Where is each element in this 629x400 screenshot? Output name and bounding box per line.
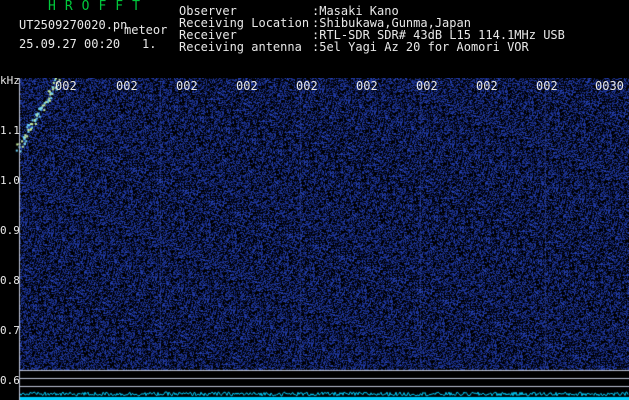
x-tick-label: 002 bbox=[356, 79, 378, 93]
x-tick-label: 002 bbox=[476, 79, 498, 93]
x-tick-label: 002 bbox=[416, 79, 438, 93]
x-tick-label: 0030 bbox=[595, 79, 624, 93]
y-tick-label: 0.8 bbox=[0, 274, 20, 287]
x-tick-label: 002 bbox=[236, 79, 258, 93]
capture-datetime: 25.09.27 00:20 bbox=[19, 37, 121, 51]
y-tick-label: 1.1 bbox=[0, 124, 20, 137]
frame-number: 1. bbox=[142, 37, 157, 51]
x-tick-label: 002 bbox=[55, 79, 77, 93]
y-tick-label: 0.9 bbox=[0, 224, 20, 237]
x-tick-label: 002 bbox=[296, 79, 318, 93]
y-tick-label: 0.6 bbox=[0, 374, 20, 387]
axis-unit-label: kHz bbox=[0, 74, 20, 87]
x-tick-label: 002 bbox=[176, 79, 198, 93]
info-label-antenna: Receiving antenna bbox=[179, 40, 302, 54]
detection-tag: meteor bbox=[124, 23, 168, 37]
spectrogram-canvas bbox=[0, 78, 629, 400]
file-name: UT2509270020.pn bbox=[19, 18, 128, 32]
info-value-antenna: :5el Yagi Az 20 for Aomori VOR bbox=[312, 40, 529, 54]
x-tick-label: 002 bbox=[116, 79, 138, 93]
x-tick-label: 002 bbox=[536, 79, 558, 93]
y-tick-label: 1.0 bbox=[0, 174, 20, 187]
app-name: HROFFT bbox=[48, 0, 149, 14]
y-tick-label: 0.7 bbox=[0, 324, 20, 337]
hrofft-window: HROFFT UT2509270020.pn meteor 25.09.27 0… bbox=[0, 0, 629, 400]
